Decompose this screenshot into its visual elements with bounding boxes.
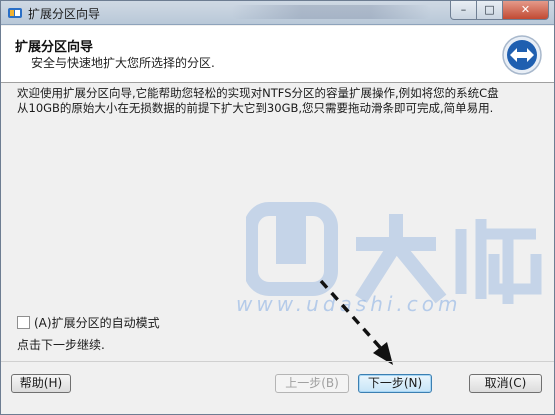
cancel-button[interactable]: 取消(C) (469, 374, 542, 393)
next-button[interactable]: 下一步(N) (358, 374, 432, 393)
extend-arrows-icon (502, 35, 542, 75)
minimize-button[interactable]: – (450, 1, 477, 20)
dashed-arrow-annotation (319, 279, 393, 365)
app-icon (8, 8, 22, 18)
window-title: 扩展分区向导 (28, 7, 101, 21)
title-bar[interactable]: 扩展分区向导 – □ ✕ (1, 1, 554, 25)
help-button[interactable]: 帮助(H) (11, 374, 71, 393)
close-button[interactable]: ✕ (503, 1, 549, 20)
wizard-content: 欢迎使用扩展分区向导,它能帮助您轻松的实现对NTFS分区的容量扩展操作,例如将您… (1, 84, 554, 361)
button-divider (1, 361, 554, 362)
blurred-title-area (231, 5, 431, 19)
prev-button[interactable]: 上一步(B) (275, 374, 349, 393)
header-subtitle: 安全与快速地扩大您所选择的分区. (31, 56, 215, 70)
description-text: 欢迎使用扩展分区向导,它能帮助您轻松的实现对NTFS分区的容量扩展操作,例如将您… (17, 86, 499, 115)
continue-hint: 点击下一步继续. (17, 338, 105, 352)
auto-mode-option[interactable]: (A)扩展分区的自动模式 (17, 314, 160, 330)
maximize-button[interactable]: □ (477, 1, 503, 20)
wizard-window: 扩展分区向导 – □ ✕ 扩展分区向导 安全与快速地扩大您所选择的分区. 欢迎使… (0, 0, 555, 415)
auto-mode-checkbox[interactable] (17, 315, 30, 329)
auto-mode-label[interactable]: (A)扩展分区的自动模式 (34, 314, 160, 331)
wizard-header: 扩展分区向导 安全与快速地扩大您所选择的分区. (1, 26, 554, 83)
header-title: 扩展分区向导 (15, 40, 94, 55)
